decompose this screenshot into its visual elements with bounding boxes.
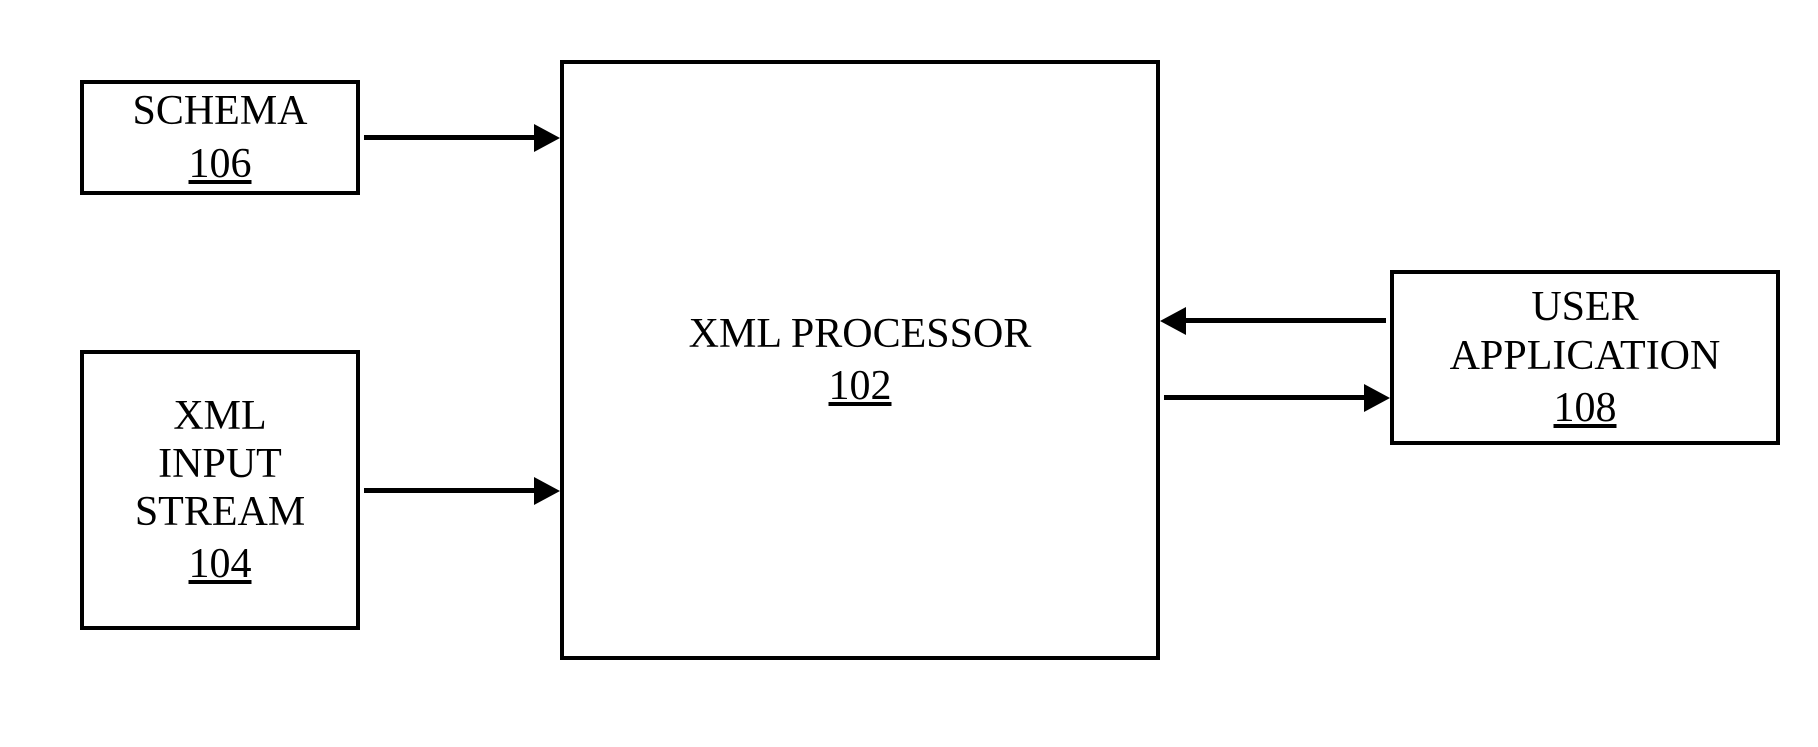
xml-processor-ref: 102 <box>829 362 892 410</box>
user-application-box: USER APPLICATION 108 <box>1390 270 1780 445</box>
xml-processor-label: XML PROCESSOR <box>689 310 1032 358</box>
xml-input-ref: 104 <box>189 540 252 588</box>
arrow-head-processor-to-userapp <box>1364 384 1390 412</box>
arrow-input-to-processor <box>364 488 534 493</box>
arrow-head-input-to-processor <box>534 477 560 505</box>
schema-ref: 106 <box>189 140 252 188</box>
user-app-label: USER APPLICATION <box>1450 283 1721 380</box>
arrow-schema-to-processor <box>364 135 534 140</box>
arrow-head-userapp-to-processor <box>1160 307 1186 335</box>
arrow-head-schema-to-processor <box>534 124 560 152</box>
xml-input-stream-box: XML INPUT STREAM 104 <box>80 350 360 630</box>
schema-box: SCHEMA 106 <box>80 80 360 195</box>
arrow-processor-to-userapp <box>1164 395 1364 400</box>
arrow-userapp-to-processor <box>1186 318 1386 323</box>
xml-input-label: XML INPUT STREAM <box>135 392 305 537</box>
user-app-ref: 108 <box>1554 384 1617 432</box>
schema-label: SCHEMA <box>132 87 307 135</box>
xml-processor-box: XML PROCESSOR 102 <box>560 60 1160 660</box>
